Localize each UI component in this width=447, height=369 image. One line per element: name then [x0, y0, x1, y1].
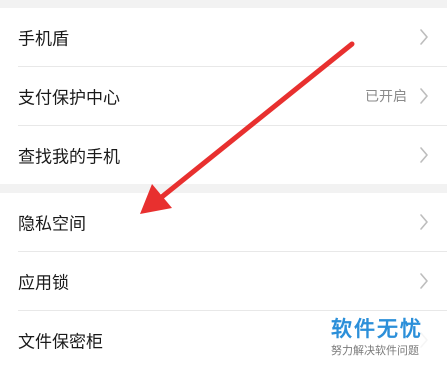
settings-item-label: 手机盾: [18, 29, 69, 50]
chevron-right-icon: [420, 273, 428, 289]
chevron-right-icon: [420, 214, 428, 230]
section-gap: [0, 0, 447, 8]
watermark-title: 软件无忧: [331, 317, 423, 341]
settings-item-label: 支付保护中心: [18, 88, 120, 109]
section-gap: [0, 184, 447, 193]
settings-item-label: 应用锁: [18, 273, 69, 294]
settings-item-phone-shield[interactable]: 手机盾: [0, 8, 447, 66]
chevron-right-icon: [420, 147, 428, 163]
status-value: 已开启: [365, 89, 407, 105]
settings-item-find-my-phone[interactable]: 查找我的手机: [0, 126, 447, 184]
chevron-right-icon: [420, 29, 428, 45]
watermark-subtitle: 努力解决软件问题: [331, 344, 419, 357]
settings-item-label: 隐私空间: [18, 214, 86, 235]
settings-item-payment-protection[interactable]: 支付保护中心 已开启: [0, 67, 447, 125]
settings-item-label: 查找我的手机: [18, 147, 120, 168]
settings-item-app-lock[interactable]: 应用锁: [0, 252, 447, 310]
watermark-logo: 软件无忧 努力解决软件问题: [325, 311, 443, 363]
settings-page: 手机盾 支付保护中心 已开启 查找我的手机 隐私空间 应用锁 文件保密柜 软件无…: [0, 0, 447, 369]
settings-item-label: 文件保密柜: [18, 332, 103, 353]
settings-item-private-space[interactable]: 隐私空间: [0, 193, 447, 251]
chevron-right-icon: [420, 88, 428, 104]
